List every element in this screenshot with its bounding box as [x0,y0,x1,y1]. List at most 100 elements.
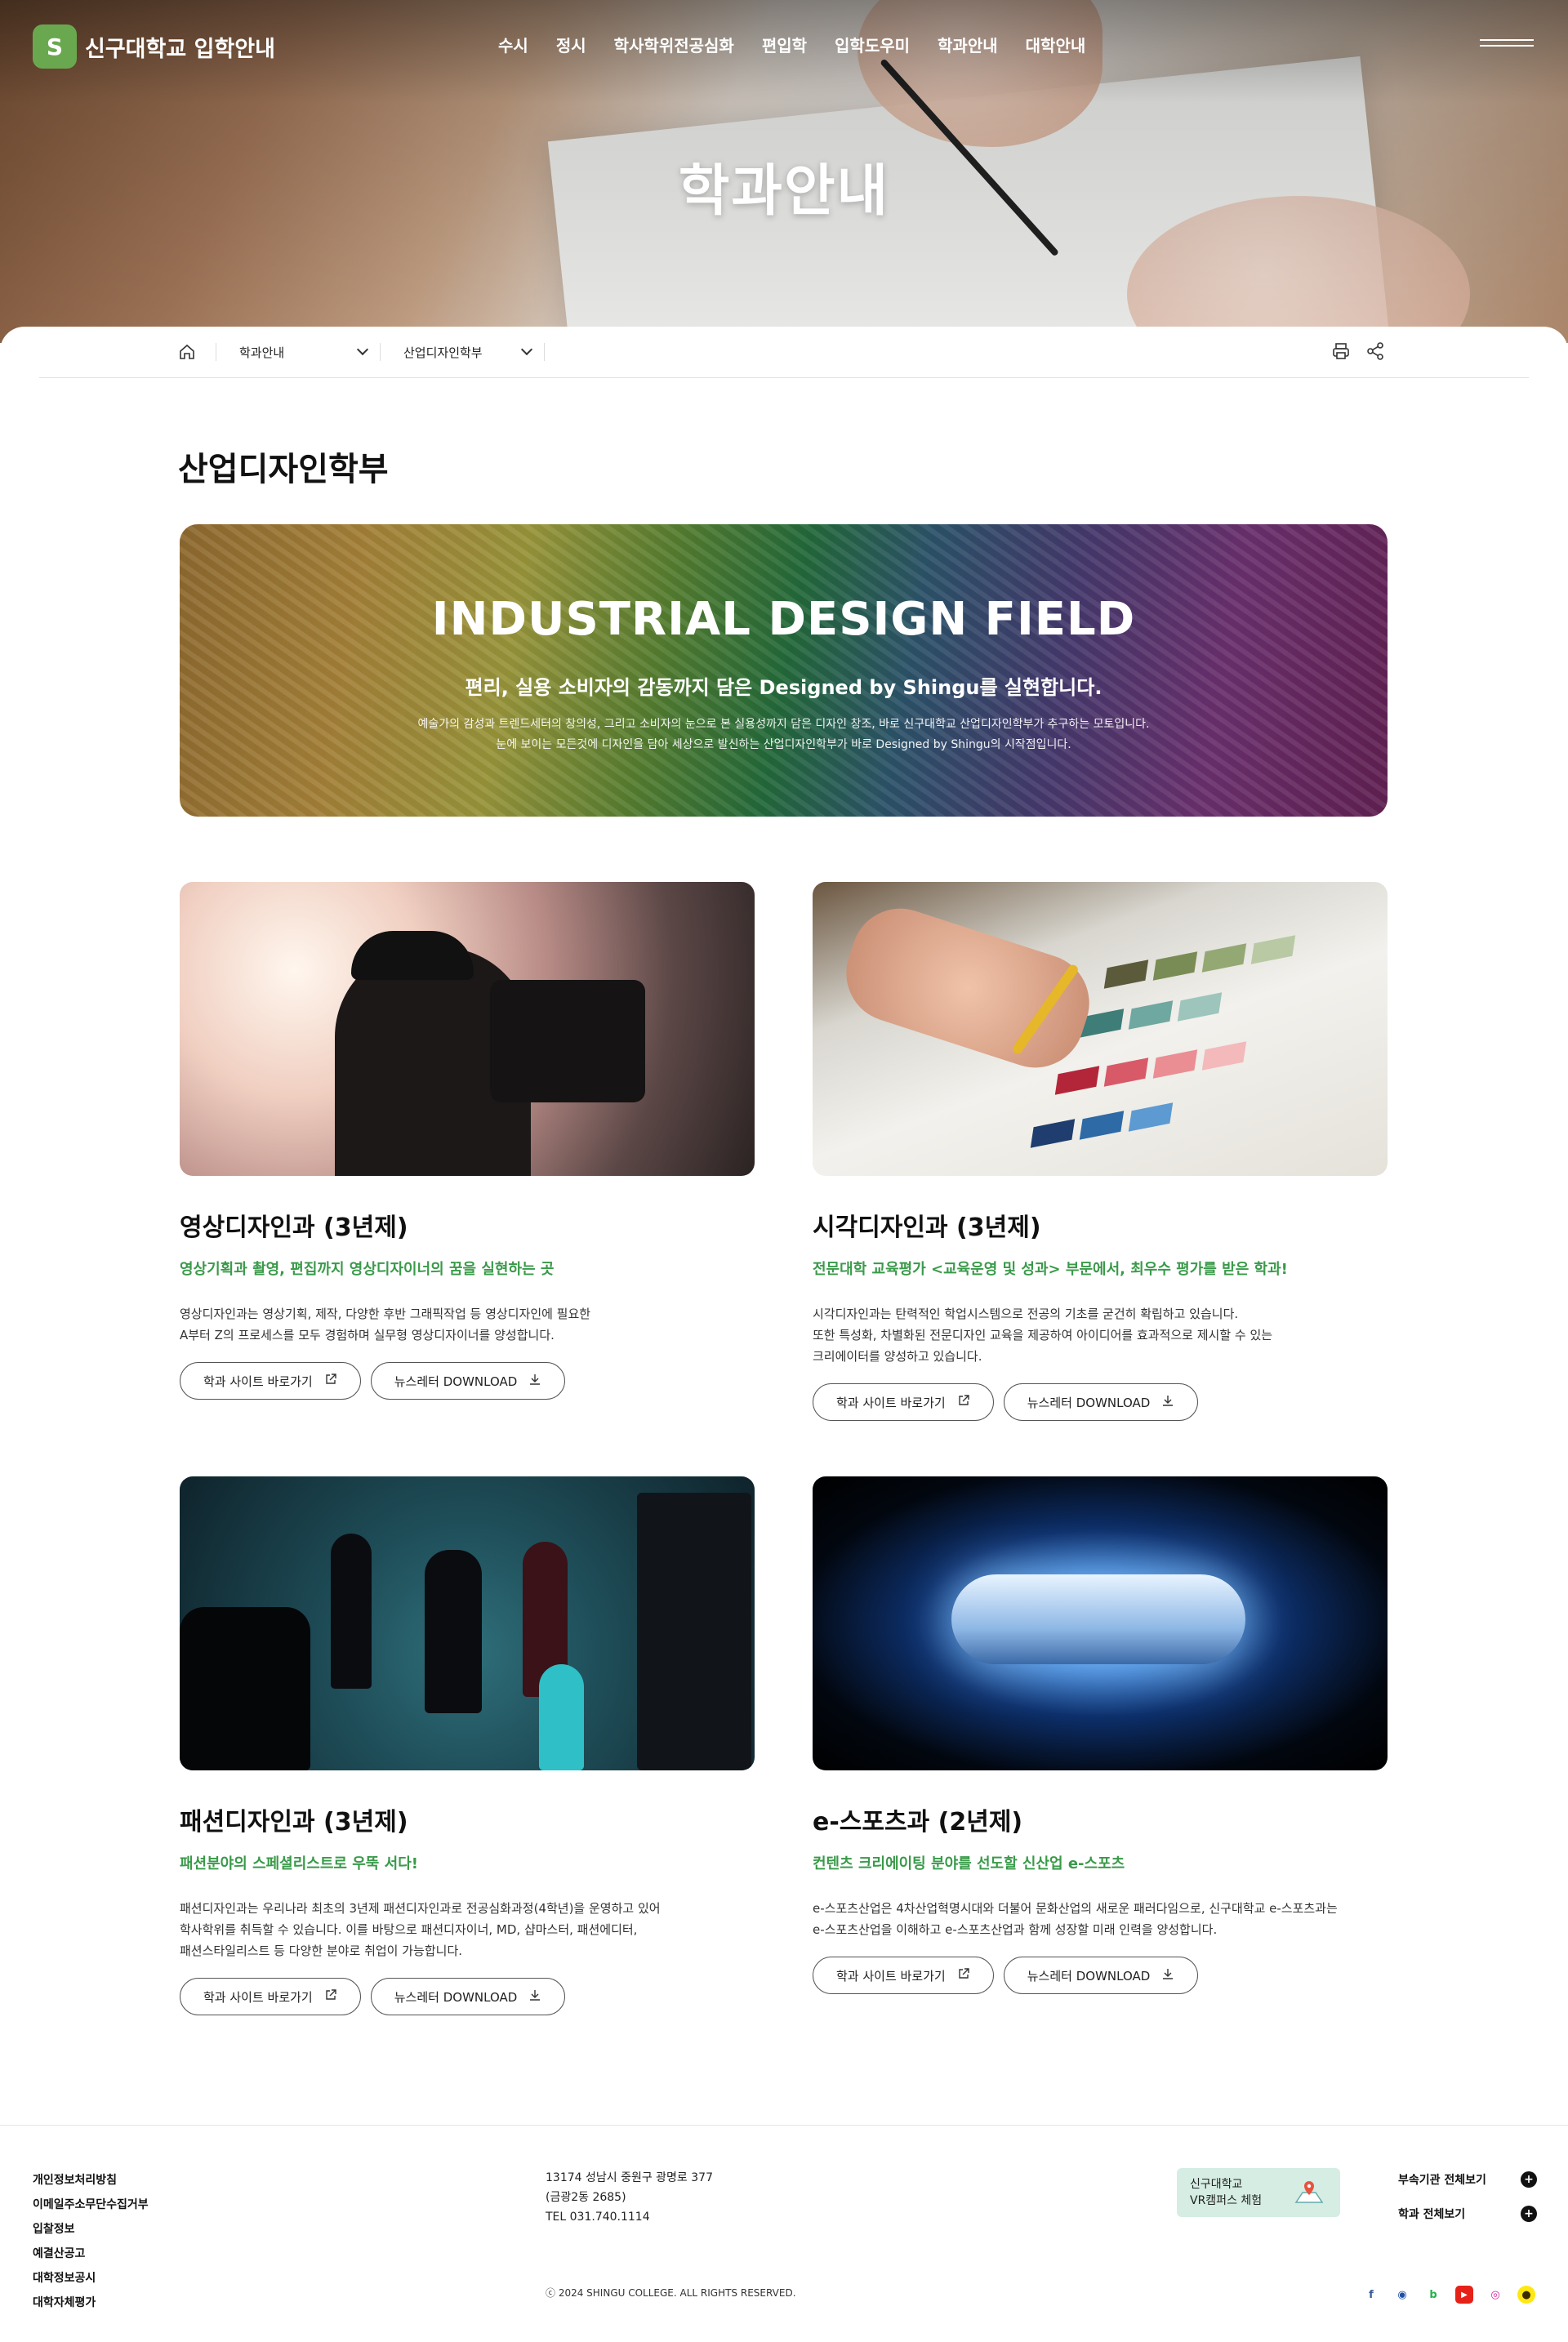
banner-content: INDUSTRIAL DESIGN FIELD 편리, 실용 소비자의 감동까지… [180,524,1388,817]
department-card-esports: e-스포츠과 (2년제) 컨텐츠 크리에이팅 분야를 선도할 신산업 e-스포츠… [813,1476,1388,1994]
breadcrumb-dropdown-level1[interactable]: 학과안내 [216,343,380,361]
logo-text: 신구대학교 입학안내 [85,36,275,62]
banner-text: 눈에 보이는 모든것에 디자인을 담아 세상으로 발신하는 산업디자인학부가 바… [496,738,1071,751]
instagram-icon[interactable]: ◎ [1486,2286,1504,2304]
all-departments-link[interactable]: 학과 전체보기 + [1398,2206,1537,2222]
department-image [180,882,755,1176]
share-icon[interactable] [1365,341,1385,364]
breadcrumb-level2-label: 산업디자인학부 [403,345,483,360]
vr-campus-button[interactable]: 신구대학교 VR캠퍼스 체험 [1177,2168,1340,2217]
nav-item-jeongsi[interactable]: 정시 [556,33,586,56]
facebook-icon[interactable]: f [1362,2286,1380,2304]
description-line: 시각디자인과는 탄력적인 학업시스템으로 전공의 기초를 굳건히 확립하고 있습… [813,1307,1239,1321]
plus-icon: + [1521,2171,1537,2188]
download-icon [1161,1967,1174,1984]
footer-link[interactable]: 개인정보처리방침 [33,2168,149,2193]
footer-links: 개인정보처리방침 이메일주소무단수집거부 입찰정보 예결산공고 대학정보공시 대… [33,2168,149,2315]
department-name: 영상디자인과 (3년제) [180,1213,408,1242]
youtube-icon[interactable]: ▶ [1455,2286,1473,2304]
breadcrumb: 학과안내 산업디자인학부 [178,337,545,367]
breadcrumb-dropdown-level2[interactable]: 산업디자인학부 [381,343,544,361]
button-label: 뉴스레터 DOWNLOAD [1027,1395,1151,1410]
footer-address: 13174 성남시 중원구 광명로 377 (금광2동 2685) TEL 03… [546,2168,713,2227]
external-link-icon [957,1394,970,1410]
department-actions: 학과 사이트 바로가기 뉴스레터 DOWNLOAD [180,1362,755,1400]
department-site-button[interactable]: 학과 사이트 바로가기 [813,1957,994,1994]
hero-title: 학과안내 [678,159,890,224]
family-link-label: 학과 전체보기 [1398,2208,1466,2221]
button-label: 학과 사이트 바로가기 [836,1395,946,1410]
description-line: 패션디자인과는 우리나라 최초의 3년제 패션디자인과로 전공심화과정(4학년)… [180,1901,661,1916]
description-line: e-스포츠산업은 4차산업혁명시대와 더불어 문화산업의 새로운 패러다임으로,… [813,1901,1338,1916]
family-link-label: 부속기관 전체보기 [1398,2174,1486,2187]
description-line: 영상디자인과는 영상기획, 제작, 다양한 후반 그래픽작업 등 영상디자인에 … [180,1307,591,1321]
logo-icon: S [33,24,77,69]
banner-title: INDUSTRIAL DESIGN FIELD [431,593,1136,646]
footer-link[interactable]: 입찰정보 [33,2217,149,2242]
footer-link[interactable]: 대학정보공시 [33,2266,149,2291]
nav-item-transfer[interactable]: 편입학 [762,33,807,56]
external-link-icon [957,1967,970,1984]
button-label: 뉴스레터 DOWNLOAD [394,1374,518,1389]
department-actions: 학과 사이트 바로가기 뉴스레터 DOWNLOAD [813,1957,1388,1994]
address-line: (금광2동 2685) [546,2191,626,2204]
kakaotalk-icon[interactable]: ● [1517,2286,1535,2304]
nav-item-about[interactable]: 대학안내 [1026,33,1086,56]
divider [39,377,1529,378]
description-line: 학사학위를 취득할 수 있습니다. 이를 바탕으로 패션디자이너, MD, 샵마… [180,1922,638,1937]
nav-item-departments[interactable]: 학과안내 [938,33,998,56]
button-label: 뉴스레터 DOWNLOAD [394,1989,518,2005]
department-site-button[interactable]: 학과 사이트 바로가기 [813,1383,994,1421]
department-name: e-스포츠과 (2년제) [813,1808,1023,1837]
department-image [813,882,1388,1176]
banner-text: 예술가의 감성과 트렌드세터의 창의성, 그리고 소비자의 눈으로 본 실용성까… [417,718,1150,731]
department-site-button[interactable]: 학과 사이트 바로가기 [180,1978,361,2015]
department-card-video: 영상디자인과 (3년제) 영상기획과 촬영, 편집까지 영상디자이너의 꿈을 실… [180,882,755,1400]
footer-link[interactable]: 이메일주소무단수집거부 [33,2193,149,2217]
hamburger-menu-icon[interactable] [1480,39,1534,51]
phone-number: TEL 031.740.1114 [546,2211,650,2224]
button-label: 뉴스레터 DOWNLOAD [1027,1968,1151,1984]
game-controller-icon [951,1574,1245,1664]
chevron-down-icon [356,343,369,356]
print-icon[interactable] [1331,341,1351,364]
site-logo[interactable]: S 신구대학교 입학안내 [33,24,275,69]
button-label: 학과 사이트 바로가기 [836,1968,946,1984]
home-icon[interactable] [178,343,196,361]
department-description: e-스포츠산업은 4차산업혁명시대와 더불어 문화산업의 새로운 패러다임으로,… [813,1898,1388,1940]
description-line: 또한 특성화, 차별화된 전문디자인 교육을 제공하여 아이디어를 효과적으로 … [813,1328,1273,1342]
page-tools [1331,341,1385,364]
chevron-down-icon [520,343,533,356]
department-site-button[interactable]: 학과 사이트 바로가기 [180,1362,361,1400]
newsletter-download-button[interactable]: 뉴스레터 DOWNLOAD [370,1978,566,2015]
newsletter-download-button[interactable]: 뉴스레터 DOWNLOAD [370,1362,566,1400]
nav-item-susi[interactable]: 수시 [498,33,528,56]
nav-item-helper[interactable]: 입학도우미 [835,33,910,56]
hero-banner: 학과안내 S 신구대학교 입학안내 수시 정시 학사학위전공심화 편입학 입학도… [0,0,1568,343]
blog-icon[interactable]: ◉ [1393,2286,1411,2304]
department-name: 패션디자인과 (3년제) [180,1808,408,1837]
department-description: 영상디자인과는 영상기획, 제작, 다양한 후반 그래픽작업 등 영상디자인에 … [180,1303,755,1346]
download-icon [528,1988,541,2005]
department-tagline: 영상기획과 촬영, 편집까지 영상디자이너의 꿈을 실현하는 곳 [180,1261,555,1278]
affiliated-institutions-link[interactable]: 부속기관 전체보기 + [1398,2171,1537,2188]
external-link-icon [324,1373,337,1389]
main-nav: 수시 정시 학사학위전공심화 편입학 입학도우미 학과안내 대학안내 [498,33,1113,56]
description-line: A부터 Z의 프로세스를 모두 경험하며 실무형 영상디자이너를 양성합니다. [180,1328,555,1342]
department-actions: 학과 사이트 바로가기 뉴스레터 DOWNLOAD [180,1978,755,2015]
button-label: 학과 사이트 바로가기 [203,1374,313,1389]
footer-link[interactable]: 예결산공고 [33,2242,149,2266]
newsletter-download-button[interactable]: 뉴스레터 DOWNLOAD [1003,1383,1199,1421]
department-card-fashion: 패션디자인과 (3년제) 패션분야의 스페셜리스트로 우뚝 서다! 패션디자인과… [180,1476,755,2015]
divider [544,343,545,361]
map-pin-icon [1293,2178,1325,2207]
breadcrumb-level1-label: 학과안내 [239,345,285,360]
address-line: 13174 성남시 중원구 광명로 377 [546,2171,713,2184]
newsletter-download-button[interactable]: 뉴스레터 DOWNLOAD [1003,1957,1199,1994]
band-icon[interactable]: b [1424,2286,1442,2304]
copyright: ⓒ 2024 SHINGU COLLEGE. ALL RIGHTS RESERV… [546,2287,796,2299]
department-card-visual: 시각디자인과 (3년제) 전문대학 교육평가 <교육운영 및 성과> 부문에서,… [813,882,1388,1421]
department-description: 시각디자인과는 탄력적인 학업시스템으로 전공의 기초를 굳건히 확립하고 있습… [813,1303,1388,1367]
nav-item-bachelor[interactable]: 학사학위전공심화 [614,33,734,56]
footer-link[interactable]: 대학자체평가 [33,2291,149,2315]
